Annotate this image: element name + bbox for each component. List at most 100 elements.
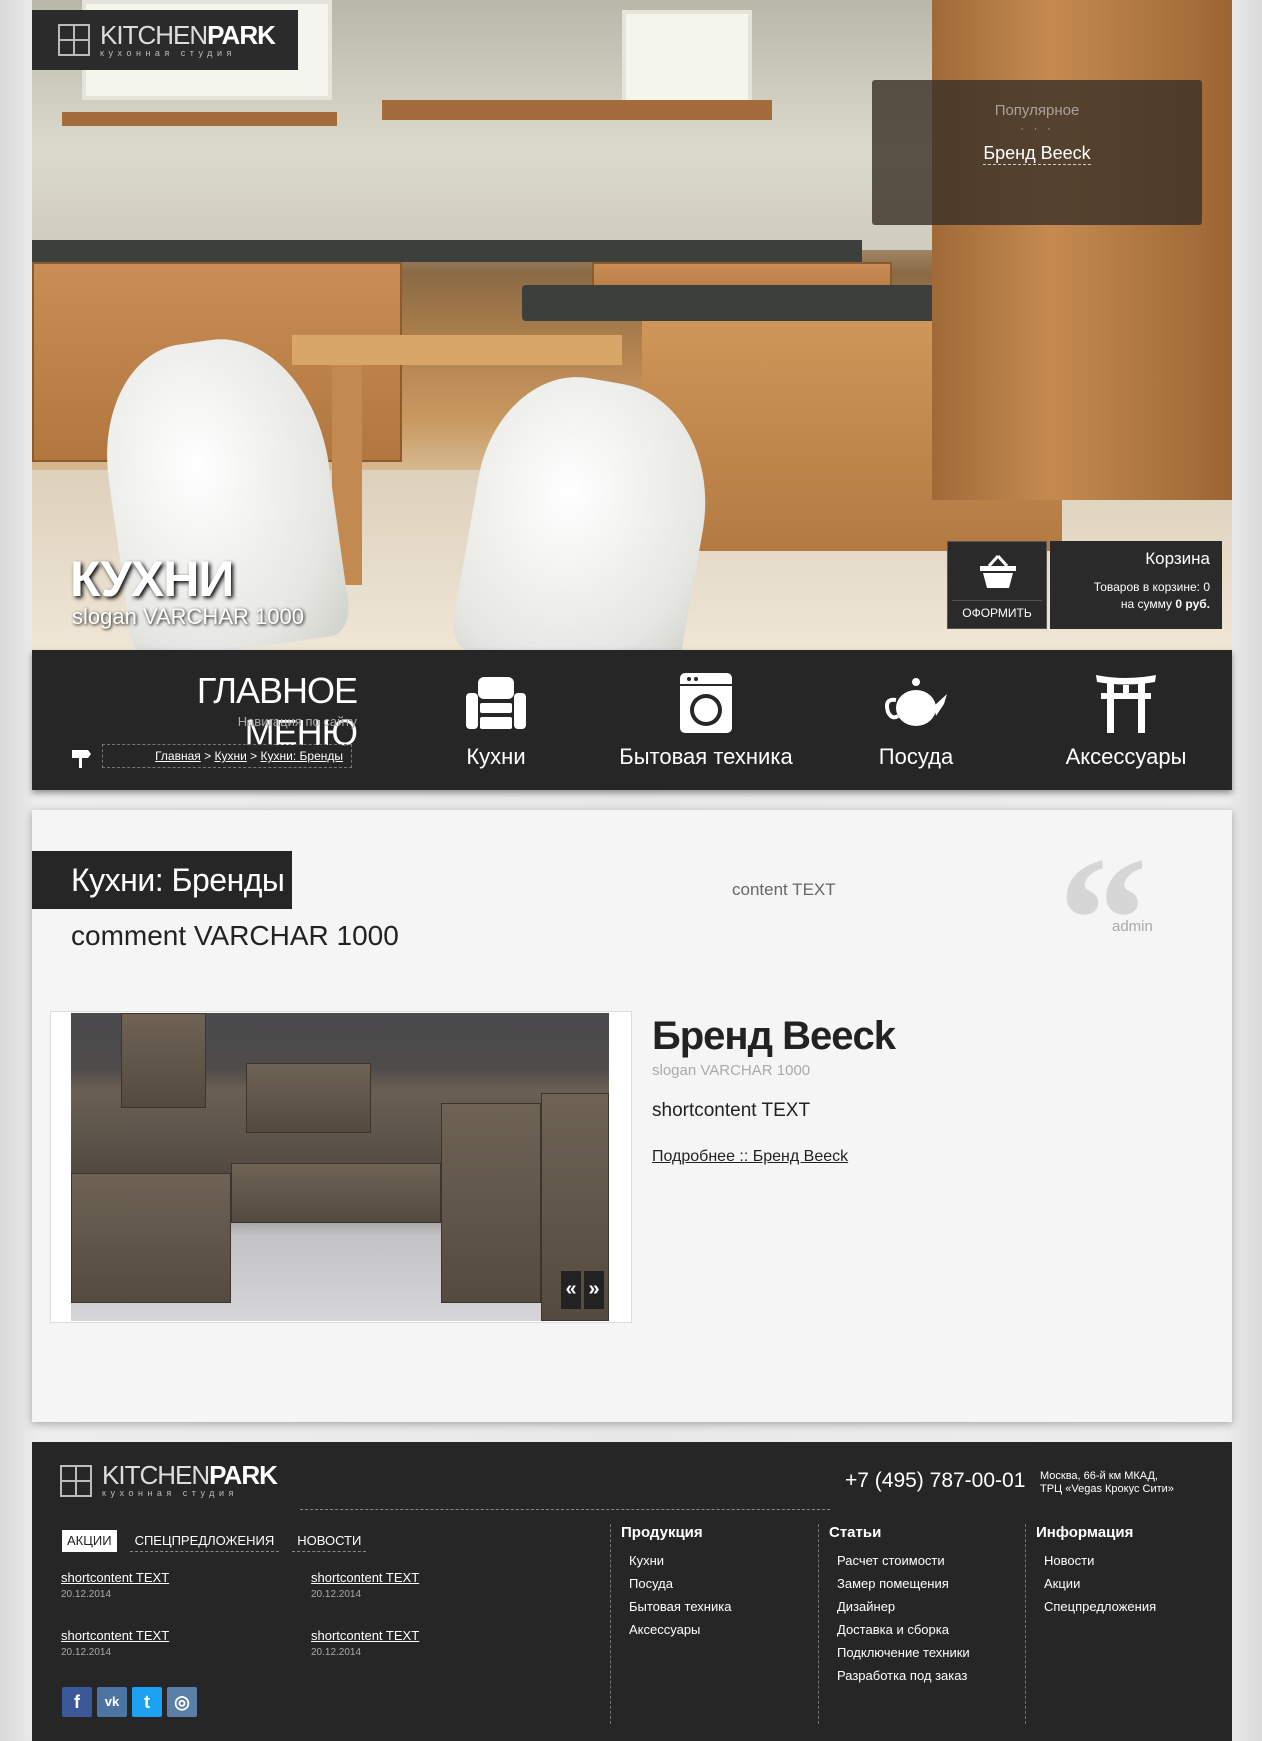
footer-phone[interactable]: +7 (495) 787-00-01: [845, 1469, 1025, 1493]
photo-cabinet-upper: [246, 1063, 371, 1133]
page-title: Кухни: Бренды: [32, 851, 292, 909]
brand-shortcontent: shortcontent TEXT: [652, 1100, 811, 1121]
breadcrumb-sep: >: [204, 749, 212, 763]
site-logo[interactable]: KITCHENPARK кухонная студия: [32, 10, 298, 70]
breadcrumb-item[interactable]: Кухни: [215, 749, 247, 763]
menu-item-label: Посуда: [878, 744, 954, 769]
tab-news[interactable]: НОВОСТИ: [292, 1530, 367, 1552]
photo-cabinet-lower: [71, 1173, 231, 1303]
armchair-icon: [466, 677, 526, 729]
news-link[interactable]: shortcontent TEXT: [311, 1628, 511, 1643]
popular-link[interactable]: Бренд Beeck: [983, 143, 1091, 165]
tab-special-offers[interactable]: СПЕЦПРЕДЛОЖЕНИЯ: [129, 1530, 280, 1552]
address-line: ТРЦ «Vegas Крокус Сити»: [1040, 1483, 1174, 1495]
footer-link[interactable]: Подключение техники: [837, 1645, 1018, 1660]
footer-link[interactable]: Кухни: [629, 1553, 810, 1568]
slider-prev-button[interactable]: «: [561, 1271, 581, 1309]
cart-summary: Корзина Товаров в корзине: 0 на сумму 0 …: [1050, 541, 1222, 629]
photo-cabinet-lower: [231, 1163, 441, 1223]
torii-gate-icon: [1096, 675, 1156, 733]
menu-item-appliances[interactable]: Бытовая техника: [606, 670, 806, 770]
footer-link[interactable]: Дизайнер: [837, 1599, 1018, 1614]
hero-countertop: [32, 240, 862, 262]
breadcrumb: Главная > Кухни > Кухни: Бренды: [102, 744, 352, 768]
footer-link[interactable]: Расчет стоимости: [837, 1553, 1018, 1568]
brand-more-link[interactable]: Подробнее :: Бренд Beeck: [652, 1148, 848, 1166]
news-link[interactable]: shortcontent TEXT: [61, 1628, 261, 1643]
basket-icon: [980, 554, 1016, 588]
footer-column-title: Продукция: [621, 1524, 703, 1541]
social-links: f vk t ◎: [62, 1687, 197, 1717]
cart-sum-prefix: на сумму: [1120, 597, 1173, 611]
footer-link[interactable]: Замер помещения: [837, 1576, 1018, 1591]
footer-address: Москва, 66-й км МКАД, ТРЦ «Vegas Крокус …: [1040, 1470, 1174, 1496]
footer-link[interactable]: Спецпредложения: [1044, 1599, 1215, 1614]
hero-table-top: [292, 335, 622, 365]
cart-items: Товаров в корзине: 0: [1093, 580, 1210, 594]
address-line: Москва, 66-й км МКАД,: [1040, 1470, 1158, 1482]
footer-column-products: Продукция Кухни Посуда Бытовая техника А…: [610, 1524, 810, 1724]
cart-button[interactable]: ОФОРМИТЬ: [947, 541, 1047, 629]
menu-item-label: Аксессуары: [1065, 744, 1187, 769]
popular-title: Популярное: [994, 102, 1080, 119]
footer-divider: [300, 1509, 830, 1510]
footer-link[interactable]: Доставка и сборка: [837, 1622, 1018, 1637]
photo-cabinet-tall: [441, 1103, 541, 1303]
logo-word-light: KITCHEN: [102, 1460, 210, 1490]
footer-logo[interactable]: KITCHENPARK кухонная студия: [60, 1460, 278, 1499]
content-text: content TEXT: [732, 880, 836, 899]
hero-hood-beam: [382, 100, 772, 120]
footer-link[interactable]: Аксессуары: [629, 1622, 810, 1637]
page-comment: comment VARCHAR 1000: [71, 920, 399, 951]
footer-tabs: АКЦИИ СПЕЦПРЕДЛОЖЕНИЯ НОВОСТИ: [62, 1530, 371, 1552]
menu-item-accessories[interactable]: Аксессуары: [1026, 670, 1226, 770]
footer-column-info: Информация Новости Акции Спецпредложения: [1025, 1524, 1215, 1724]
checkout-button[interactable]: ОФОРМИТЬ: [952, 600, 1042, 624]
content-panel: Кухни: Бренды comment VARCHAR 1000 conte…: [32, 810, 1232, 1422]
footer-link[interactable]: Акции: [1044, 1576, 1215, 1591]
logo-text: KITCHENPARK кухонная студия: [100, 19, 276, 59]
news-date: 20.12.2014: [61, 1589, 112, 1600]
instagram-icon[interactable]: ◎: [167, 1687, 197, 1717]
breadcrumb-item-current[interactable]: Кухни: Бренды: [261, 749, 343, 763]
news-item: shortcontent TEXT 20.12.2014: [61, 1628, 261, 1658]
menu-item-dishes[interactable]: Посуда: [816, 670, 1016, 770]
hero-slogan: slogan VARCHAR 1000: [72, 604, 304, 629]
cart-sum: на сумму 0 руб.: [1062, 596, 1210, 613]
signpost-icon: [72, 750, 91, 768]
menu-item-label: Кухни: [466, 744, 526, 769]
popular-box: Популярное · · · Бренд Beeck: [872, 80, 1202, 225]
main-menu: ГЛАВНОЕ МЕНЮ Навигация по сайту Главная …: [32, 650, 1232, 790]
brand-photo: [71, 1013, 609, 1321]
menu-title: ГЛАВНОЕ МЕНЮ: [196, 670, 358, 753]
brand-slogan: slogan VARCHAR 1000: [652, 1062, 811, 1079]
author-name: admin: [1112, 918, 1153, 935]
menu-item-kitchens[interactable]: Кухни: [396, 670, 596, 770]
tab-promotions[interactable]: АКЦИИ: [62, 1530, 117, 1552]
logo-mark-icon: [58, 24, 90, 56]
breadcrumb-item[interactable]: Главная: [155, 749, 201, 763]
footer-link[interactable]: Новости: [1044, 1553, 1215, 1568]
footer-link[interactable]: Посуда: [629, 1576, 810, 1591]
footer-link[interactable]: Разработка под заказ: [837, 1668, 1018, 1683]
twitter-icon[interactable]: t: [132, 1687, 162, 1717]
logo-word-bold: PARK: [207, 19, 276, 50]
news-link[interactable]: shortcontent TEXT: [311, 1570, 511, 1585]
facebook-icon[interactable]: f: [62, 1687, 92, 1717]
logo-text: KITCHENPARK кухонная студия: [102, 1460, 278, 1499]
footer-column-articles: Статьи Расчет стоимости Замер помещения …: [818, 1524, 1018, 1724]
cart-title: Корзина: [1145, 549, 1210, 568]
hero-shelf: [62, 112, 337, 126]
footer-column-title: Статьи: [829, 1524, 882, 1541]
cart-sum-value: 0 руб.: [1175, 597, 1210, 611]
news-link[interactable]: shortcontent TEXT: [61, 1570, 261, 1585]
brand-photo-slider: « »: [50, 1011, 632, 1323]
slider-next-button[interactable]: »: [584, 1271, 604, 1309]
vk-icon[interactable]: vk: [97, 1687, 127, 1717]
popular-dots: · · ·: [1020, 121, 1054, 135]
footer-link[interactable]: Бытовая техника: [629, 1599, 810, 1614]
news-item: shortcontent TEXT 20.12.2014: [311, 1570, 511, 1600]
hero-tall-cabinets: [932, 0, 1232, 500]
logo-mark-icon: [60, 1464, 92, 1497]
logo-word-light: KITCHEN: [100, 19, 208, 50]
